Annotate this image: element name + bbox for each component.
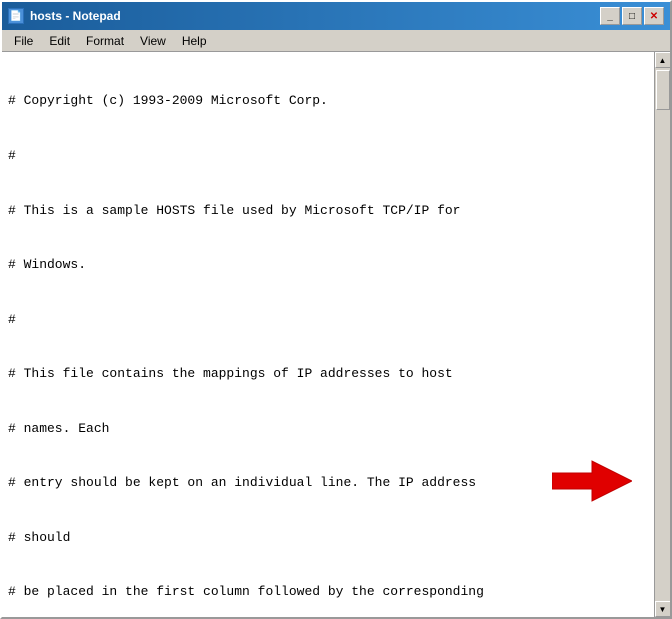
app-icon: 📄 [8,8,24,24]
title-bar-text: 📄 hosts - Notepad [8,8,121,24]
line-5: # [8,311,648,329]
window-title: hosts - Notepad [30,9,121,23]
scrollbar-track[interactable] [655,68,670,601]
close-button[interactable]: ✕ [644,7,664,25]
red-arrow [552,456,632,509]
line-2: # [8,147,648,165]
line-9: # should [8,529,648,547]
menu-edit[interactable]: Edit [41,32,78,50]
line-1: # Copyright (c) 1993-2009 Microsoft Corp… [8,92,648,110]
scroll-down-button[interactable]: ▼ [655,601,671,617]
notepad-window: 📄 hosts - Notepad _ □ ✕ File Edit Format… [0,0,672,619]
menu-bar: File Edit Format View Help [2,30,670,52]
text-content[interactable]: # Copyright (c) 1993-2009 Microsoft Corp… [2,52,654,617]
menu-help[interactable]: Help [174,32,215,50]
title-bar-buttons: _ □ ✕ [600,7,664,25]
editor-area: # Copyright (c) 1993-2009 Microsoft Corp… [2,52,670,617]
title-bar: 📄 hosts - Notepad _ □ ✕ [2,2,670,30]
line-4: # Windows. [8,256,648,274]
minimize-button[interactable]: _ [600,7,620,25]
line-10: # be placed in the first column followed… [8,583,648,601]
menu-view[interactable]: View [132,32,174,50]
menu-format[interactable]: Format [78,32,132,50]
maximize-button[interactable]: □ [622,7,642,25]
line-7: # names. Each [8,420,648,438]
scroll-up-button[interactable]: ▲ [655,52,671,68]
menu-file[interactable]: File [6,32,41,50]
line-6: # This file contains the mappings of IP … [8,365,648,383]
editor-content[interactable]: # Copyright (c) 1993-2009 Microsoft Corp… [2,52,654,617]
scrollbar-vertical[interactable]: ▲ ▼ [654,52,670,617]
scrollbar-thumb[interactable] [656,70,670,110]
line-3: # This is a sample HOSTS file used by Mi… [8,202,648,220]
